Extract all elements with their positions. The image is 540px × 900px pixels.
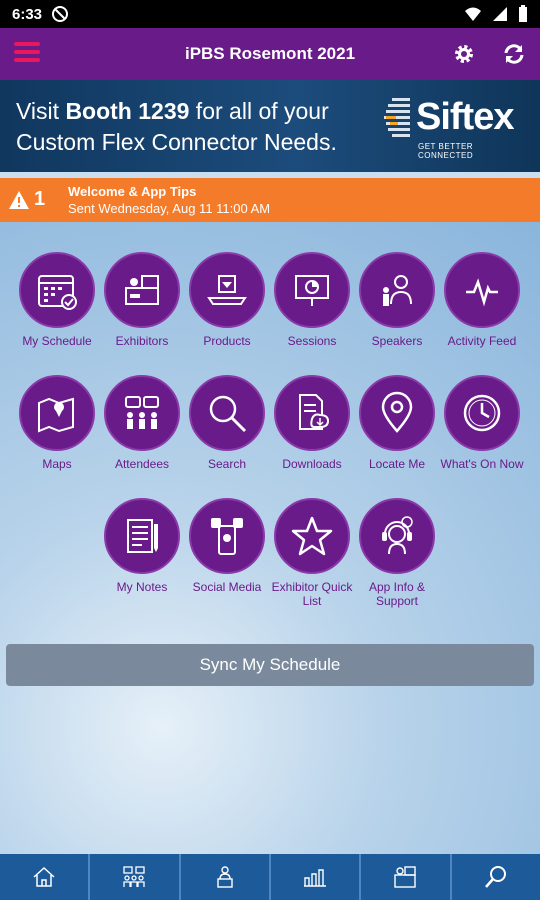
tile-downloads[interactable]: Downloads	[270, 375, 354, 471]
banner-text: Visit Booth 1239 for all of your Custom …	[16, 98, 337, 155]
nav-speakers[interactable]	[181, 854, 271, 900]
activity-icon	[304, 869, 327, 887]
product-icon	[207, 275, 247, 305]
presentation-icon	[295, 275, 329, 306]
signal-icon	[493, 7, 507, 21]
exhibitor-icon	[394, 866, 417, 888]
battery-icon	[519, 5, 527, 22]
gear-icon[interactable]	[452, 42, 476, 66]
nav-home[interactable]	[0, 854, 91, 900]
hamburger-menu-icon[interactable]	[14, 42, 40, 64]
support-icon	[382, 516, 413, 555]
tile-my-notes[interactable]: My Notes	[100, 498, 184, 594]
tile-search[interactable]: Search	[185, 375, 269, 471]
status-bar: 6:33	[0, 0, 540, 28]
nav-search[interactable]	[452, 854, 540, 900]
refresh-icon[interactable]	[502, 42, 526, 66]
home-icon	[33, 866, 55, 887]
tile-whats-on-now[interactable]: What's On Now	[440, 375, 524, 471]
notification-bar[interactable]: 1 Welcome & App Tips Sent Wednesday, Aug…	[0, 178, 540, 222]
bottom-navigation	[0, 854, 540, 900]
search-icon	[209, 395, 247, 433]
nav-exhibitors[interactable]	[361, 854, 452, 900]
tile-exhibitor-quick-list[interactable]: Exhibitor Quick List	[270, 498, 354, 608]
attendees-icon	[123, 866, 146, 887]
do-not-disturb-icon	[52, 6, 69, 22]
clock-time: 6:33	[12, 5, 43, 23]
tile-attendees[interactable]: Attendees	[100, 375, 184, 471]
nav-activity[interactable]	[271, 854, 362, 900]
tile-locate-me[interactable]: Locate Me	[355, 375, 439, 471]
sponsor-banner[interactable]: Visit Booth 1239 for all of your Custom …	[0, 80, 540, 172]
search-icon	[484, 866, 506, 888]
warning-icon	[9, 191, 29, 209]
pulse-icon	[466, 278, 498, 307]
social-media-icon	[211, 518, 243, 555]
attendees-icon	[125, 396, 159, 429]
tile-speakers[interactable]: Speakers	[355, 252, 439, 348]
tile-my-schedule[interactable]: My Schedule	[15, 252, 99, 348]
notification-subtitle: Sent Wednesday, Aug 11 11:00 AM	[68, 201, 271, 216]
tile-sessions[interactable]: Sessions	[270, 252, 354, 348]
sponsor-brand: Siftex	[416, 96, 514, 138]
location-pin-icon	[381, 391, 413, 433]
sponsor-tagline: GET BETTER CONNECTED	[418, 142, 474, 160]
tile-maps[interactable]: Maps	[15, 375, 99, 471]
app-bar: iPBS Rosemont 2021	[0, 28, 540, 80]
clock-icon	[463, 394, 501, 432]
sponsor-logo: Siftex GET BETTER CONNECTED	[382, 96, 522, 160]
tile-activity-feed[interactable]: Activity Feed	[440, 252, 524, 348]
map-icon	[38, 397, 74, 433]
sync-my-schedule-button[interactable]: Sync My Schedule	[6, 644, 534, 686]
speaker-icon	[383, 275, 412, 306]
notification-count: 1	[34, 188, 46, 210]
tile-products[interactable]: Products	[185, 252, 269, 348]
booth-icon	[125, 275, 159, 305]
star-icon	[291, 516, 333, 556]
nav-attendees[interactable]	[90, 854, 181, 900]
main-dashboard: My Schedule Exhibitors Products Sessions…	[0, 222, 540, 854]
speaker-icon	[217, 866, 233, 888]
notes-icon	[127, 519, 158, 553]
wifi-icon	[465, 7, 481, 21]
download-icon	[299, 394, 330, 430]
notification-title: Welcome & App Tips	[68, 184, 197, 199]
tile-app-info-support[interactable]: App Info & Support	[355, 498, 439, 608]
calendar-icon	[38, 275, 77, 310]
tile-exhibitors[interactable]: Exhibitors	[100, 252, 184, 348]
tile-social-media[interactable]: Social Media	[185, 498, 269, 594]
siftex-logo-icon	[384, 98, 410, 137]
